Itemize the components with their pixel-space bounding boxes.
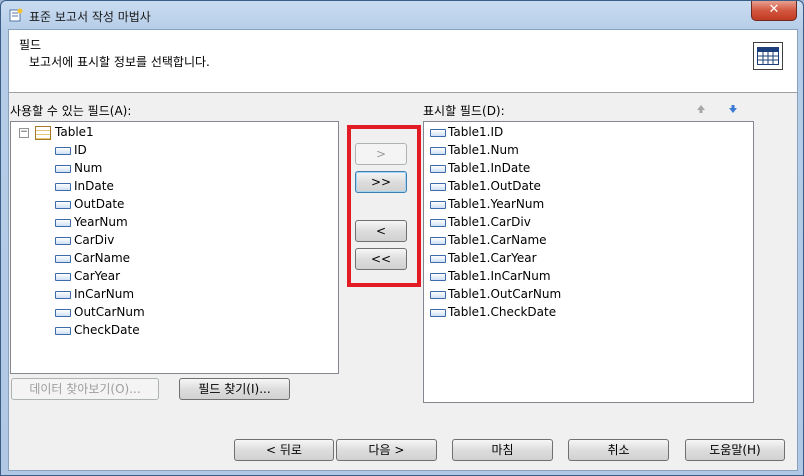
field-icon	[430, 219, 446, 227]
cancel-button[interactable]: 취소	[568, 439, 669, 461]
remove-field-button[interactable]: <	[355, 220, 407, 242]
tree-item-table1[interactable]: Table1	[55, 123, 94, 141]
close-icon: ✕	[768, 2, 780, 17]
wizard-window: 표준 보고서 작성 마법사 ✕ 필드 보고서에 표시할 정보를 선택합니다. 사…	[0, 0, 804, 476]
help-button[interactable]: 도움말(H)	[685, 439, 785, 461]
field-icon	[430, 147, 446, 155]
page-subtitle: 보고서에 표시할 정보를 선택합니다.	[29, 55, 210, 69]
field-icon	[430, 165, 446, 173]
add-field-button[interactable]: >	[355, 143, 407, 165]
list-item[interactable]: Table1.OutCarNum	[448, 285, 561, 303]
field-icon	[430, 291, 446, 299]
field-icon	[430, 183, 446, 191]
collapse-toggle-icon[interactable]: −	[19, 128, 29, 138]
remove-all-fields-button[interactable]: <<	[355, 248, 407, 270]
field-icon	[55, 219, 71, 227]
field-icon	[55, 201, 71, 209]
field-icon	[55, 165, 71, 173]
report-table-icon	[753, 42, 783, 70]
list-item[interactable]: Table1.CarName	[448, 231, 547, 249]
field-icon	[430, 309, 446, 317]
window-title: 표준 보고서 작성 마법사	[29, 10, 151, 24]
next-button[interactable]: 다음 >	[336, 439, 437, 461]
available-fields-label: 사용할 수 있는 필드(A):	[10, 104, 132, 118]
list-item[interactable]: Table1.InCarNum	[448, 267, 551, 285]
add-all-fields-button[interactable]: >>	[355, 171, 407, 193]
field-icon	[55, 327, 71, 335]
field-icon	[55, 183, 71, 191]
back-button[interactable]: < 뒤로	[234, 439, 334, 461]
display-fields-label: 표시할 필드(D):	[423, 104, 505, 118]
list-item[interactable]: Table1.Num	[448, 141, 519, 159]
tree-item-field[interactable]: CheckDate	[74, 321, 140, 339]
available-fields-tree[interactable]: − Table1 ID Num InDate OutDate YearNum C…	[10, 121, 339, 374]
finish-button[interactable]: 마침	[452, 439, 553, 461]
arrow-down-icon[interactable]	[727, 103, 739, 115]
arrow-up-icon[interactable]	[695, 103, 707, 115]
list-item[interactable]: Table1.ID	[448, 123, 503, 141]
field-icon	[55, 237, 71, 245]
tree-item-field[interactable]: ID	[74, 141, 87, 159]
field-icon	[430, 273, 446, 281]
page-title: 필드	[19, 38, 42, 52]
list-item[interactable]: Table1.OutDate	[448, 177, 541, 195]
wizard-body: 필드 보고서에 표시할 정보를 선택합니다. 사용할 수 있는 필드(A): 표…	[8, 29, 798, 471]
tree-item-field[interactable]: YearNum	[74, 213, 128, 231]
find-field-button[interactable]: 필드 찾기(I)...	[179, 378, 290, 400]
field-icon	[55, 147, 71, 155]
list-item[interactable]: Table1.CarYear	[448, 249, 537, 267]
browse-data-button[interactable]: 데이터 찾아보기(O)...	[11, 378, 159, 400]
tree-item-field[interactable]: InCarNum	[74, 285, 134, 303]
list-item[interactable]: Table1.InDate	[448, 159, 530, 177]
field-icon	[430, 255, 446, 263]
display-fields-list[interactable]: Table1.ID Table1.Num Table1.InDate Table…	[423, 121, 754, 403]
field-icon	[55, 255, 71, 263]
tree-item-field[interactable]: OutDate	[74, 195, 124, 213]
list-item[interactable]: Table1.YearNum	[448, 195, 544, 213]
table-icon	[35, 126, 51, 140]
field-icon	[55, 273, 71, 281]
tree-item-field[interactable]: CarYear	[74, 267, 120, 285]
tree-item-field[interactable]: OutCarNum	[74, 303, 145, 321]
title-bar[interactable]: 표준 보고서 작성 마법사 ✕	[1, 1, 803, 29]
tree-item-field[interactable]: InDate	[74, 177, 114, 195]
field-icon	[430, 129, 446, 137]
wizard-app-icon	[9, 8, 23, 22]
tree-item-field[interactable]: CarName	[74, 249, 130, 267]
page-header: 필드 보고서에 표시할 정보를 선택합니다.	[9, 30, 797, 93]
field-icon	[430, 237, 446, 245]
tree-item-field[interactable]: CarDiv	[74, 231, 114, 249]
field-icon	[55, 291, 71, 299]
list-item[interactable]: Table1.CheckDate	[448, 303, 556, 321]
field-icon	[55, 309, 71, 317]
tree-item-field[interactable]: Num	[74, 159, 102, 177]
list-item[interactable]: Table1.CarDiv	[448, 213, 531, 231]
close-button[interactable]: ✕	[751, 1, 797, 21]
field-icon	[430, 201, 446, 209]
